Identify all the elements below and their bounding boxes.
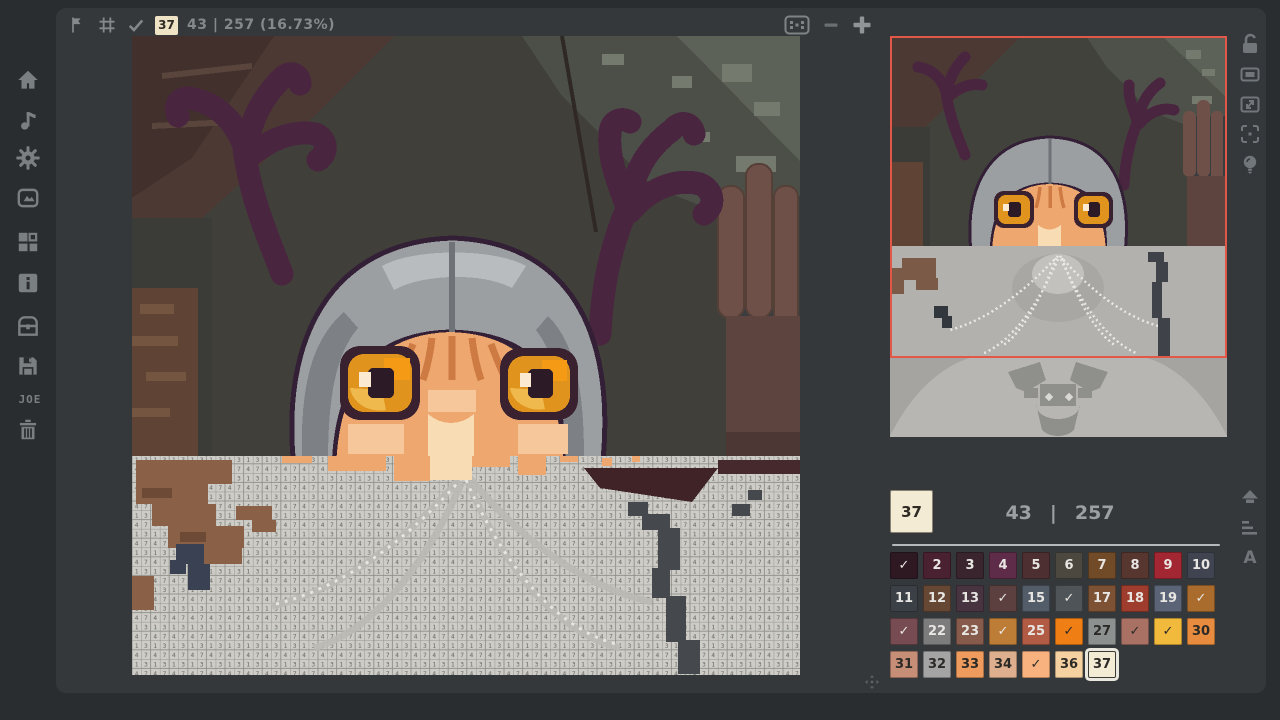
palette-swatch-22[interactable]: 22 bbox=[923, 618, 951, 645]
palette-swatch-36[interactable]: 36 bbox=[1055, 651, 1083, 678]
frame-icon[interactable] bbox=[97, 15, 117, 35]
palette-swatch-26[interactable]: ✓ bbox=[1055, 618, 1083, 645]
palette-swatch-4[interactable]: 4 bbox=[989, 552, 1017, 579]
palette-swatch-23[interactable]: 23 bbox=[956, 618, 984, 645]
settings-gear-icon[interactable] bbox=[15, 145, 41, 171]
palette-swatch-3[interactable]: 3 bbox=[956, 552, 984, 579]
center-view-icon[interactable] bbox=[1238, 122, 1262, 146]
scale-view-icon[interactable] bbox=[1238, 92, 1262, 116]
save-floppy-icon[interactable] bbox=[15, 353, 41, 379]
palette-swatch-21[interactable]: ✓ bbox=[890, 618, 918, 645]
pixel-art-canvas[interactable]: 47 13 bbox=[132, 36, 800, 675]
palette-swatch-29[interactable]: ✓ bbox=[1154, 618, 1182, 645]
palette-swatch-14[interactable]: ✓ bbox=[989, 585, 1017, 612]
home-icon[interactable] bbox=[15, 67, 41, 93]
cat-artwork: 47 13 bbox=[132, 36, 800, 675]
palette-swatch-5[interactable]: 5 bbox=[1022, 552, 1050, 579]
music-icon[interactable] bbox=[15, 107, 41, 133]
palette-swatch-8[interactable]: 8 bbox=[1121, 552, 1149, 579]
palette-swatch-1[interactable]: ✓ bbox=[890, 552, 918, 579]
palette-swatch-27[interactable]: 27 bbox=[1088, 618, 1116, 645]
palette-divider bbox=[892, 544, 1220, 546]
palette-swatch-34[interactable]: 34 bbox=[989, 651, 1017, 678]
palette-swatch-17[interactable]: 17 bbox=[1088, 585, 1116, 612]
scroll-top-icon[interactable] bbox=[1238, 486, 1262, 510]
palette-progress-completed: 43 bbox=[1005, 502, 1031, 524]
hint-bulb-icon[interactable] bbox=[1238, 152, 1262, 176]
palette-swatch-2[interactable]: 2 bbox=[923, 552, 951, 579]
palette-swatch-13[interactable]: 13 bbox=[956, 585, 984, 612]
joe-logo[interactable]: JOE bbox=[13, 393, 47, 406]
sort-colors-icon[interactable] bbox=[1238, 516, 1262, 540]
palette-swatch-35[interactable]: ✓ bbox=[1022, 651, 1050, 678]
palette-swatch-9[interactable]: 9 bbox=[1154, 552, 1182, 579]
info-icon[interactable] bbox=[15, 270, 41, 296]
minimap[interactable] bbox=[890, 36, 1227, 437]
palette-swatch-24[interactable]: ✓ bbox=[989, 618, 1017, 645]
palette-swatch-18[interactable]: 18 bbox=[1121, 585, 1149, 612]
lock-open-icon[interactable] bbox=[1238, 32, 1262, 56]
color-progress-text: 43 | 257 (16.73%) bbox=[187, 17, 335, 33]
zoom-out-icon[interactable] bbox=[823, 17, 839, 33]
current-color-badge: 37 bbox=[155, 16, 178, 35]
palette-progress: 43 | 257 bbox=[910, 502, 1210, 524]
palette-swatch-31[interactable]: 31 bbox=[890, 651, 918, 678]
top-toolbar: 37 43 | 257 (16.73%) bbox=[68, 11, 335, 39]
palette-tools: A bbox=[1238, 486, 1262, 570]
flag-icon[interactable] bbox=[68, 15, 88, 35]
view-tools bbox=[1238, 32, 1262, 176]
left-sidebar: JOE bbox=[0, 0, 56, 720]
palette-swatch-37[interactable]: 37 bbox=[1088, 651, 1116, 678]
palette-swatch-12[interactable]: 12 bbox=[923, 585, 951, 612]
fit-view-icon[interactable] bbox=[784, 15, 810, 35]
palette-swatch-33[interactable]: 33 bbox=[956, 651, 984, 678]
blocks-grid-icon[interactable] bbox=[15, 229, 41, 255]
palette-swatch-15[interactable]: 15 bbox=[1022, 585, 1050, 612]
palette-swatch-7[interactable]: 7 bbox=[1088, 552, 1116, 579]
palette-swatch-30[interactable]: 30 bbox=[1187, 618, 1215, 645]
palette-swatch-16[interactable]: ✓ bbox=[1055, 585, 1083, 612]
zoom-controls bbox=[784, 12, 872, 38]
letters-toggle-icon[interactable]: A bbox=[1238, 546, 1262, 570]
board-panel: 37 43 | 257 (16.73%) bbox=[56, 8, 1266, 693]
image-icon[interactable] bbox=[15, 185, 41, 211]
chest-icon[interactable] bbox=[15, 313, 41, 339]
palette-swatch-20[interactable]: ✓ bbox=[1187, 585, 1215, 612]
palette-swatch-32[interactable]: 32 bbox=[923, 651, 951, 678]
palette-swatch-10[interactable]: 10 bbox=[1187, 552, 1215, 579]
palette-progress-total: 257 bbox=[1075, 502, 1115, 524]
pan-move-icon[interactable] bbox=[864, 674, 880, 690]
palette-progress-separator: | bbox=[1050, 502, 1057, 524]
trash-icon[interactable] bbox=[15, 417, 41, 443]
palette-swatch-6[interactable]: 6 bbox=[1055, 552, 1083, 579]
viewport-rect-icon[interactable] bbox=[1238, 62, 1262, 86]
palette-swatch-19[interactable]: 19 bbox=[1154, 585, 1182, 612]
check-icon[interactable] bbox=[126, 15, 146, 35]
palette-grid: ✓2345678910111213✓15✓171819✓✓2223✓25✓27✓… bbox=[890, 552, 1215, 678]
zoom-in-icon[interactable] bbox=[852, 15, 872, 35]
palette-swatch-25[interactable]: 25 bbox=[1022, 618, 1050, 645]
palette-swatch-28[interactable]: ✓ bbox=[1121, 618, 1149, 645]
palette-swatch-11[interactable]: 11 bbox=[890, 585, 918, 612]
